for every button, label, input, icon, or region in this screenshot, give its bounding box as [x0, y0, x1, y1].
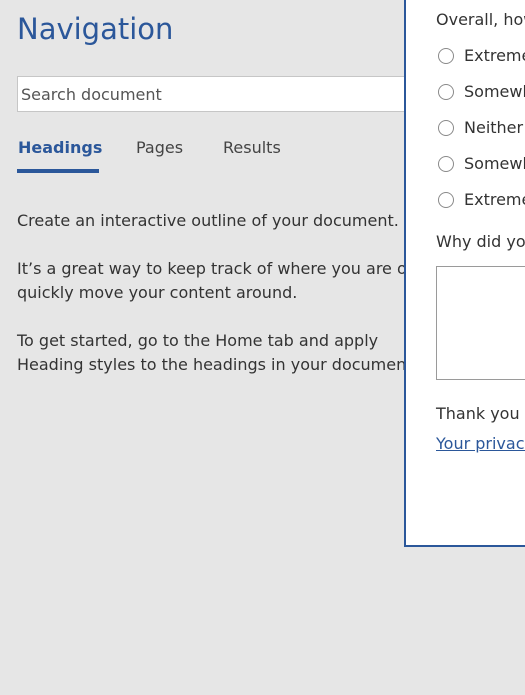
radio-button[interactable]: [438, 120, 454, 136]
option-label: Neither: [464, 118, 524, 137]
search-document-input[interactable]: [17, 76, 437, 112]
survey-question: Overall, how: [436, 10, 525, 29]
getting-started-text: To get started, go to the Home tab and a…: [17, 331, 418, 374]
why-question-label: Why did yo: [436, 232, 525, 251]
thank-you-text: Thank you f: [436, 404, 525, 423]
option-label: Somewh: [464, 82, 525, 101]
option-label: Extreme: [464, 190, 525, 209]
outline-benefit-text: It’s a great way to keep track of where …: [17, 259, 414, 302]
tab-pages[interactable]: Pages: [136, 138, 183, 157]
privacy-link[interactable]: Your privacy: [436, 434, 525, 453]
tab-headings[interactable]: Headings: [18, 138, 102, 157]
feedback-survey-panel: Overall, how Extreme Somewh Neither Some…: [404, 0, 525, 547]
radio-button[interactable]: [438, 84, 454, 100]
selected-tab-indicator: [17, 169, 99, 173]
radio-button[interactable]: [438, 156, 454, 172]
tab-results[interactable]: Results: [223, 138, 281, 157]
why-feedback-textarea[interactable]: [436, 266, 525, 380]
option-label: Extreme: [464, 46, 525, 65]
outline-description: Create an interactive outline of your do…: [17, 211, 399, 230]
radio-button[interactable]: [438, 192, 454, 208]
navigation-title: Navigation: [17, 12, 174, 46]
radio-button[interactable]: [438, 48, 454, 64]
option-label: Somewh: [464, 154, 525, 173]
